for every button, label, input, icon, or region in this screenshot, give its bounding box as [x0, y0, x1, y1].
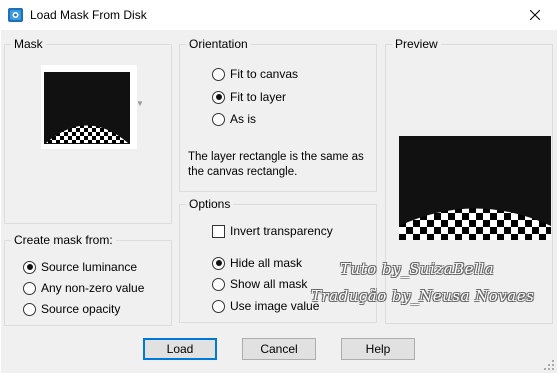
radio-label: Show all mask	[230, 277, 308, 291]
radio-fit-to-canvas[interactable]: Fit to canvas	[212, 66, 298, 82]
radio-show-all-mask[interactable]: Show all mask	[212, 276, 307, 292]
radio-fit-to-layer[interactable]: Fit to layer	[212, 89, 286, 105]
mask-thumbnail	[44, 72, 130, 144]
radio-label: Fit to canvas	[230, 67, 299, 81]
checkbox[interactable]	[212, 224, 225, 238]
radio-button[interactable]	[212, 67, 225, 81]
radio-button[interactable]	[23, 260, 36, 274]
preview-image	[399, 136, 551, 240]
watermark-line-1: Tuto by_SuizaBella	[340, 260, 495, 278]
radio-button[interactable]	[23, 302, 36, 316]
orientation-group: Orientation Fit to canvas Fit to layer A…	[179, 37, 377, 192]
radio-label: Source opacity	[41, 302, 121, 316]
radio-any-non-zero[interactable]: Any non-zero value	[23, 280, 144, 296]
create-mask-from-group: Create mask from: Source luminance Any n…	[4, 233, 172, 326]
window-title: Load Mask From Disk	[30, 8, 147, 22]
dialog-client: Mask ▼ Create mask from: Source luminanc…	[1, 30, 557, 373]
radio-source-opacity[interactable]: Source opacity	[23, 301, 120, 317]
close-button[interactable]	[512, 0, 558, 30]
resize-grip-icon[interactable]	[543, 359, 555, 371]
radio-label: Source luminance	[41, 260, 138, 274]
checkbox-label: Invert transparency	[230, 224, 333, 238]
mask-thumbnail-dropdown[interactable]	[41, 65, 137, 149]
cancel-button[interactable]: Cancel	[242, 338, 316, 360]
radio-hide-all-mask[interactable]: Hide all mask	[212, 255, 302, 271]
radio-button[interactable]	[212, 90, 225, 104]
radio-button[interactable]	[212, 299, 225, 313]
radio-label: Fit to layer	[230, 90, 287, 104]
radio-as-is[interactable]: As is	[212, 111, 256, 127]
radio-label: As is	[230, 112, 257, 126]
create-mask-from-title: Create mask from:	[11, 233, 116, 247]
dropdown-arrow-icon[interactable]: ▼	[136, 99, 144, 108]
description-line: the canvas rectangle.	[188, 166, 298, 178]
radio-button[interactable]	[212, 277, 225, 291]
mask-group-title: Mask	[11, 37, 46, 51]
radio-use-image-value[interactable]: Use image value	[212, 298, 319, 314]
close-icon	[530, 10, 540, 20]
preview-title: Preview	[392, 37, 441, 51]
options-title: Options	[186, 197, 234, 211]
description-line: The layer rectangle is the same as	[188, 151, 364, 163]
app-icon	[8, 8, 23, 22]
preview-group: Preview	[385, 37, 553, 324]
radio-button[interactable]	[212, 112, 225, 126]
watermark-line-2: Tradução by_Neusa Novaes	[311, 287, 535, 305]
mask-group: Mask ▼	[4, 37, 172, 224]
radio-source-luminance[interactable]: Source luminance	[23, 259, 137, 275]
radio-label: Any non-zero value	[41, 281, 145, 295]
help-button[interactable]: Help	[341, 338, 415, 360]
radio-button[interactable]	[23, 281, 36, 295]
checkbox-invert-transparency[interactable]: Invert transparency	[212, 223, 333, 239]
load-button[interactable]: Load	[143, 338, 217, 360]
orientation-title: Orientation	[186, 37, 251, 51]
orientation-description: The layer rectangle is the same as the c…	[188, 150, 364, 180]
radio-label: Hide all mask	[230, 256, 303, 270]
title-bar: Load Mask From Disk	[0, 0, 558, 30]
radio-button[interactable]	[212, 256, 225, 270]
radio-label: Use image value	[230, 299, 320, 313]
